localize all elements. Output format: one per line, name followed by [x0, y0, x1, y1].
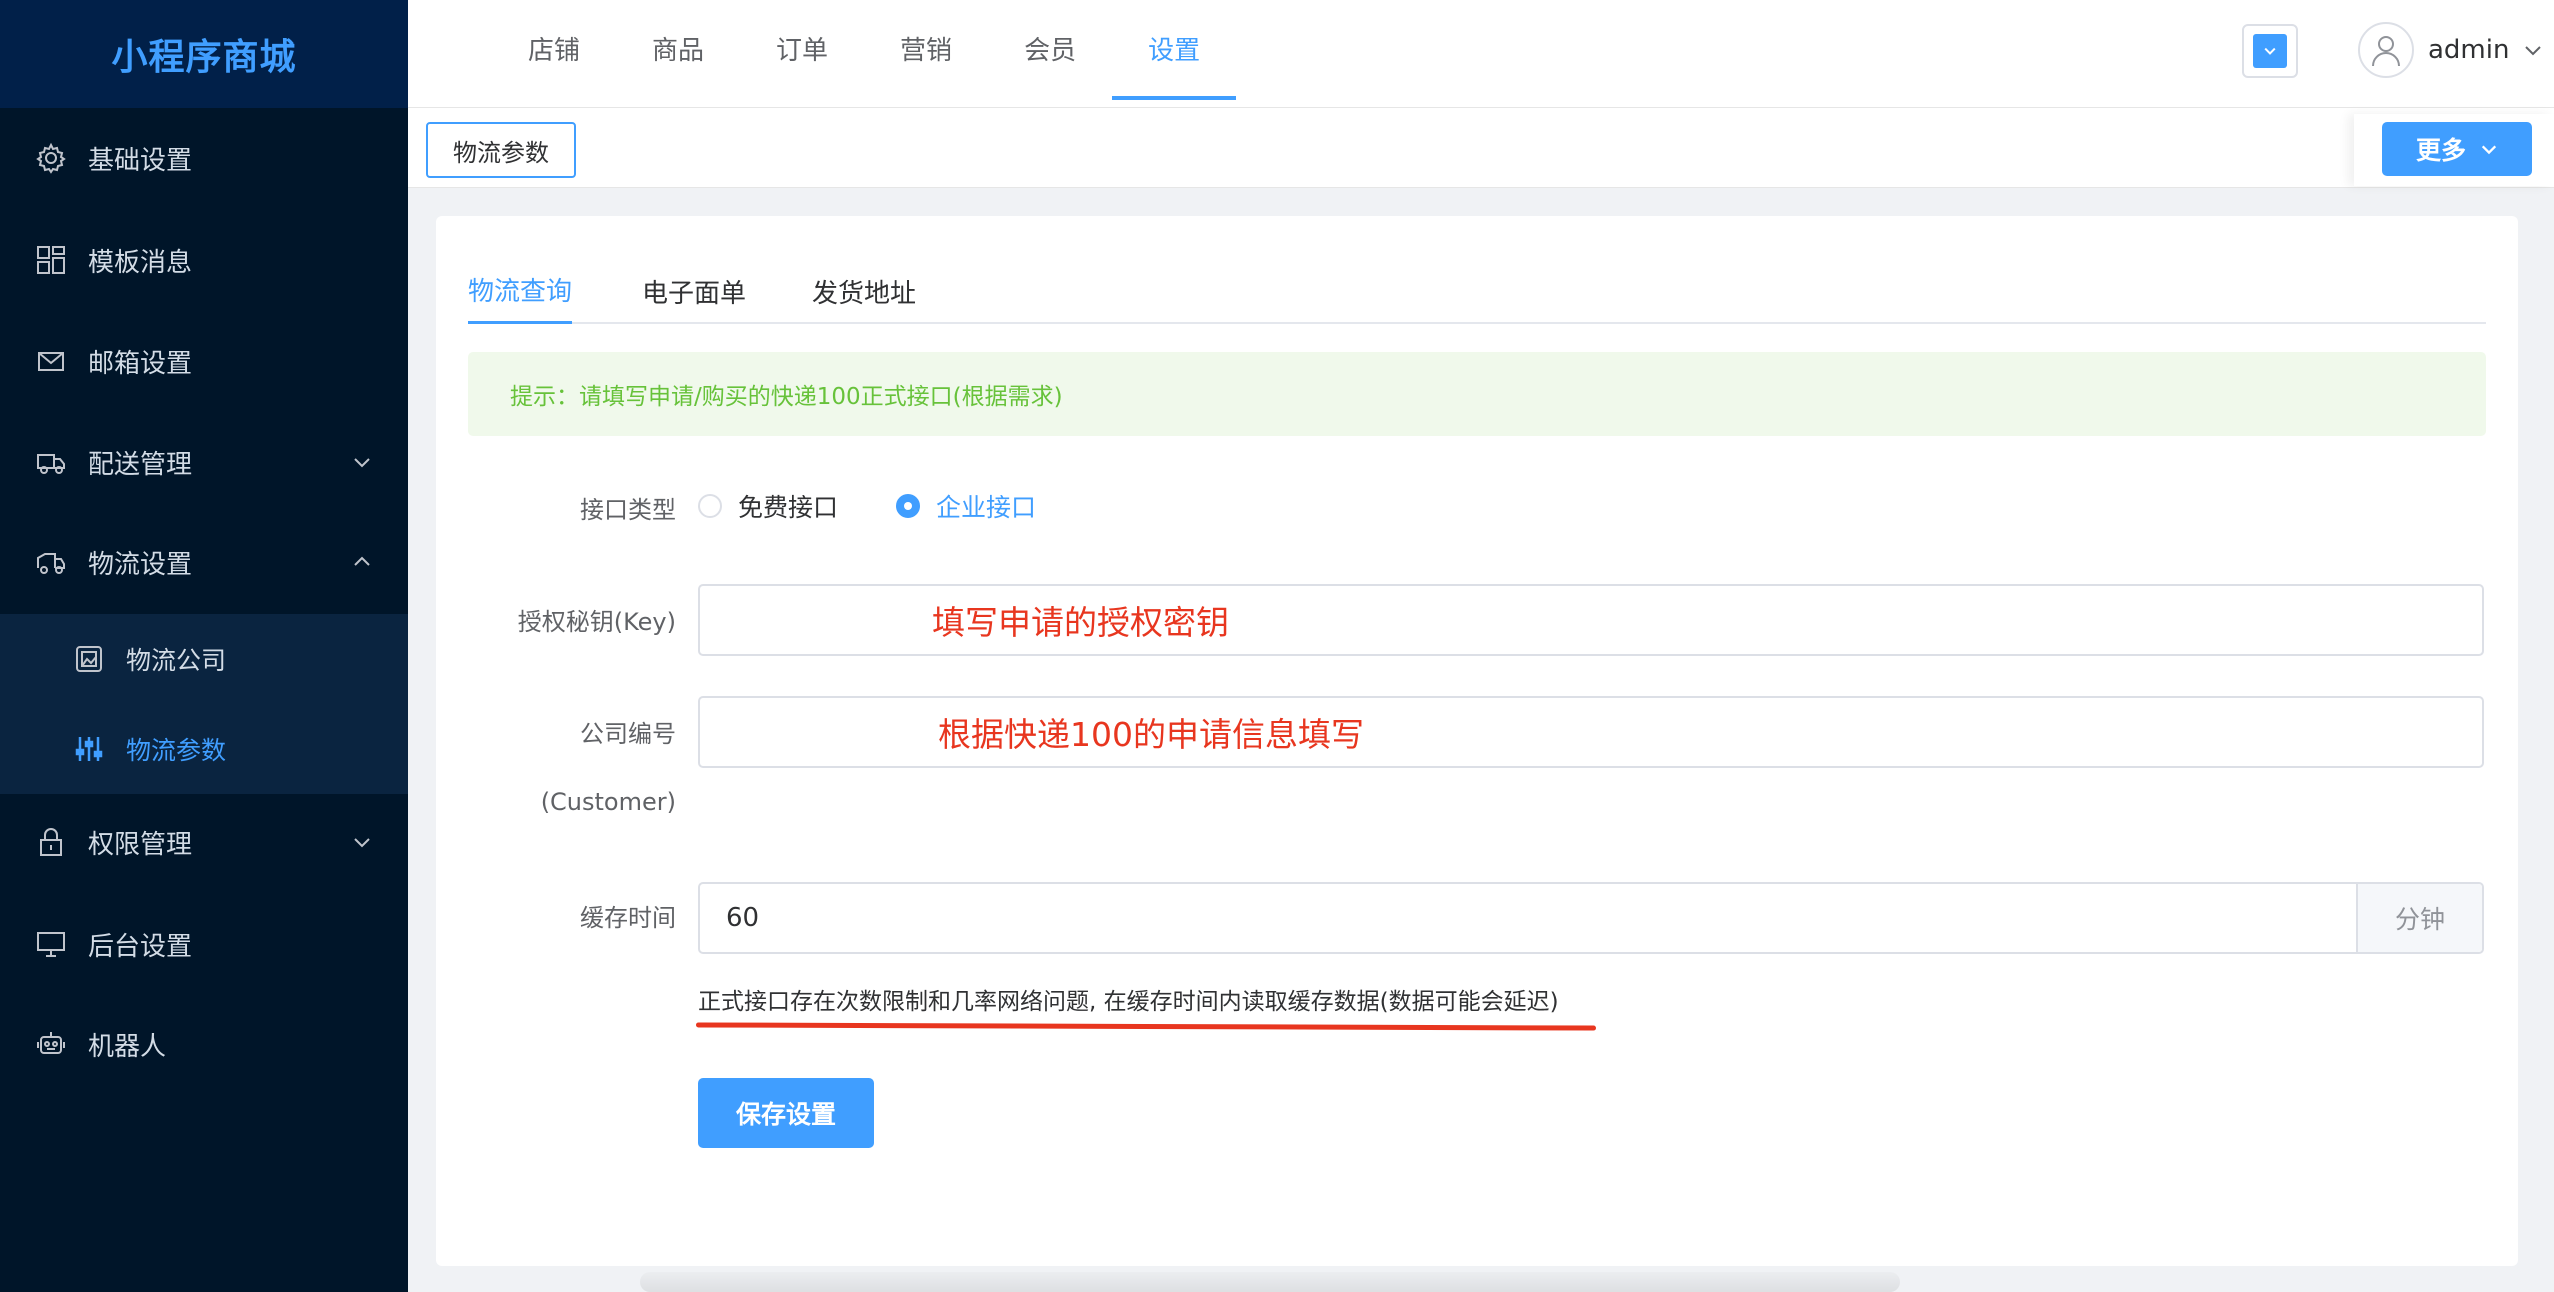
sidebar-subitem-logistics-company[interactable]: 物流公司: [0, 614, 408, 704]
chevron-down-icon: [354, 458, 370, 468]
nav-products[interactable]: 商品: [616, 0, 740, 100]
nav-members[interactable]: 会员: [988, 0, 1112, 100]
chevron-down-icon: [2525, 46, 2542, 56]
radio-circle: [698, 494, 722, 518]
more-button[interactable]: 更多: [2382, 122, 2532, 176]
tabs: 物流查询 电子面单 发货地址: [468, 258, 2486, 324]
customer-label-sub: (Customer): [540, 788, 676, 816]
chevron-down-icon: [2253, 34, 2287, 68]
sidebar-item-robot[interactable]: 机器人: [0, 996, 408, 1092]
sidebar-subitem-logistics-params[interactable]: 物流参数: [0, 704, 408, 794]
annotation-underline: [695, 1022, 1597, 1031]
bottom-shadow: [640, 1272, 1900, 1292]
key-annotation: 填写申请的授权密钥: [932, 603, 1229, 642]
sidebar-item-label: 配送管理: [88, 449, 193, 480]
tab-electronic-waybill[interactable]: 电子面单: [642, 258, 746, 324]
radio-label: 企业接口: [936, 493, 1037, 522]
key-input[interactable]: 填写申请的授权密钥: [698, 584, 2484, 656]
cache-note: 正式接口存在次数限制和几率网络问题, 在缓存时间内读取缓存数据(数据可能会延迟): [698, 989, 1559, 1015]
top-header: 店铺 商品 订单 营销 会员 设置 admin: [408, 0, 2554, 108]
sidebar-item-mail-settings[interactable]: 邮箱设置: [0, 313, 408, 409]
chevron-down-icon: [354, 838, 370, 848]
nav-marketing[interactable]: 营销: [864, 0, 988, 100]
sidebar-item-label: 机器人: [88, 1031, 167, 1062]
tab-logistics-query[interactable]: 物流查询: [468, 258, 573, 324]
user-menu[interactable]: admin: [2358, 22, 2543, 78]
customer-label: 公司编号: [580, 720, 676, 748]
robot-icon: [34, 1027, 68, 1061]
nav-store[interactable]: 店铺: [492, 0, 616, 100]
save-settings-button[interactable]: 保存设置: [698, 1078, 874, 1148]
key-label: 授权秘钥(Key): [517, 608, 676, 636]
radio-enterprise-api[interactable]: 企业接口: [896, 488, 1036, 524]
sidebar-item-delivery-management[interactable]: 配送管理: [0, 414, 408, 510]
sidebar-item-label: 物流设置: [88, 549, 193, 580]
api-type-label: 接口类型: [580, 496, 676, 524]
mail-icon: [34, 344, 68, 378]
radio-label: 免费接口: [738, 493, 839, 522]
radio-circle-checked: [896, 494, 920, 518]
sidebar-item-label: 邮箱设置: [88, 348, 193, 379]
sidebar-item-label: 基础设置: [88, 145, 193, 176]
delivery-icon: [34, 545, 68, 579]
customer-annotation: 根据快递100的申请信息填写: [938, 715, 1364, 754]
monitor-icon: [34, 927, 68, 961]
cache-time-label: 缓存时间: [580, 904, 676, 932]
nav-settings[interactable]: 设置: [1112, 0, 1237, 100]
truck-icon: [34, 445, 68, 479]
sidebar: 小程序商城 基础设置 模板消息 邮箱设置 配送管理 物流设置 物流公司 物流参数…: [0, 0, 408, 1292]
brand-logo[interactable]: 小程序商城: [0, 0, 408, 108]
gear-icon: [34, 141, 68, 175]
sliders-icon: [74, 734, 104, 764]
sidebar-item-permission-management[interactable]: 权限管理: [0, 794, 408, 890]
sidebar-item-template-messages[interactable]: 模板消息: [0, 212, 408, 308]
tip-alert: 提示：请填写申请/购买的快递100正式接口(根据需求): [468, 352, 2486, 436]
sidebar-item-logistics-settings[interactable]: 物流设置: [0, 514, 408, 610]
top-nav: 店铺 商品 订单 营销 会员 设置: [492, 0, 1237, 104]
sidebar-subitem-label: 物流公司: [126, 646, 227, 675]
cache-time-value: 60: [726, 903, 760, 933]
sidebar-subitem-label: 物流参数: [126, 736, 227, 765]
grid-icon: [34, 243, 68, 277]
cache-time-unit: 分钟: [2356, 884, 2482, 952]
avatar-icon: [2358, 22, 2414, 78]
sidebar-item-backend-settings[interactable]: 后台设置: [0, 896, 408, 992]
tab-shipping-address[interactable]: 发货地址: [812, 258, 916, 324]
lock-icon: [34, 825, 68, 859]
picture-icon: [74, 644, 104, 674]
main-card: 物流查询 电子面单 发货地址 提示：请填写申请/购买的快递100正式接口(根据需…: [436, 216, 2518, 1266]
more-button-label: 更多: [2415, 136, 2466, 165]
chevron-up-icon: [354, 556, 370, 566]
sidebar-item-label: 后台设置: [88, 931, 193, 962]
cache-time-input[interactable]: 60 分钟: [698, 882, 2484, 954]
tag-logistics-params[interactable]: 物流参数: [426, 122, 576, 178]
sidebar-item-label: 模板消息: [88, 247, 193, 278]
username: admin: [2428, 35, 2510, 65]
tags-view-bar: 物流参数 更多: [408, 108, 2554, 188]
radio-free-api[interactable]: 免费接口: [698, 488, 838, 524]
dropdown-toggle-button[interactable]: [2242, 24, 2298, 78]
nav-orders[interactable]: 订单: [740, 0, 864, 100]
sidebar-item-basic-settings[interactable]: 基础设置: [0, 110, 408, 206]
customer-input[interactable]: 根据快递100的申请信息填写: [698, 696, 2484, 768]
chevron-down-icon: [2481, 145, 2497, 155]
sidebar-item-label: 权限管理: [88, 829, 193, 860]
